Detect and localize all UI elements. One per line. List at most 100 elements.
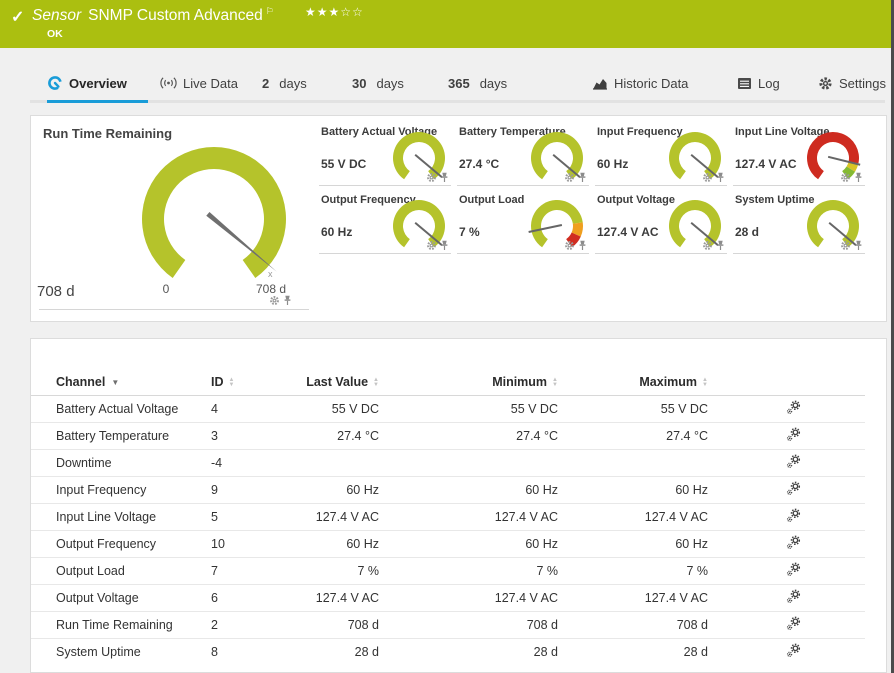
gear-icon[interactable] xyxy=(840,240,851,251)
gear-icon[interactable] xyxy=(564,240,575,251)
pin-icon[interactable] xyxy=(716,240,725,251)
gauge-tile[interactable]: Output Frequency 60 Hz xyxy=(319,191,451,254)
channel-settings-button[interactable] xyxy=(721,611,865,639)
status-badge: OK xyxy=(47,28,63,40)
gear-icon[interactable] xyxy=(702,172,713,183)
channel-settings-button[interactable] xyxy=(721,395,865,423)
table-row: Battery Temperature 3 27.4 °C 27.4 °C 27… xyxy=(31,422,865,450)
col-header-maximum[interactable]: Maximum ▲ ▼ xyxy=(601,369,721,396)
minimum-cell: 60 Hz xyxy=(421,530,601,558)
channel-name-cell[interactable]: System Uptime xyxy=(31,638,206,665)
channels-panel: Channel ▼ ID ▲ ▼ Last Value ▲ ▼ Minimum ▲ ▼ Max… xyxy=(30,338,887,673)
maximum-cell: 127.4 V AC xyxy=(601,584,721,612)
channel-name-cell[interactable]: Output Load xyxy=(31,557,206,585)
gauge-tile[interactable]: Input Frequency 60 Hz xyxy=(595,123,727,186)
edit-channel-gears-icon[interactable] xyxy=(786,643,801,658)
gear-icon[interactable] xyxy=(702,240,713,251)
sort-desc-icon: ▼ xyxy=(111,378,120,388)
tab-overview[interactable]: Overview xyxy=(47,70,127,96)
channel-name-cell[interactable]: Battery Actual Voltage xyxy=(31,395,206,423)
edit-channel-gears-icon[interactable] xyxy=(786,427,801,442)
tab-30-days[interactable]: 30 days xyxy=(352,70,404,96)
channel-name-cell[interactable]: Downtime xyxy=(31,449,206,477)
col-header-id[interactable]: ID ▲ ▼ xyxy=(206,369,301,396)
tab-number[interactable]: 30 xyxy=(352,76,366,91)
channel-name-cell[interactable]: Input Frequency xyxy=(31,476,206,504)
channel-name-cell[interactable]: Battery Temperature xyxy=(31,422,206,450)
gear-icon[interactable] xyxy=(426,172,437,183)
gear-icon[interactable] xyxy=(840,172,851,183)
channel-settings-button[interactable] xyxy=(721,584,865,612)
pin-icon[interactable] xyxy=(854,240,863,251)
tab-label[interactable]: Live Data xyxy=(183,76,238,91)
gear-icon[interactable] xyxy=(269,295,280,306)
tab-number[interactable]: 2 xyxy=(262,76,269,91)
pin-icon[interactable] xyxy=(578,172,587,183)
edit-channel-gears-icon[interactable] xyxy=(786,562,801,577)
tab-2-days[interactable]: 2 days xyxy=(262,70,307,96)
tab-log[interactable]: Log xyxy=(737,70,780,96)
tab-number[interactable]: 365 xyxy=(448,76,470,91)
channel-name-cell[interactable]: Output Frequency xyxy=(31,530,206,558)
priority-stars[interactable]: ★★★☆☆ xyxy=(305,5,364,19)
tab-label[interactable]: Overview xyxy=(69,76,127,91)
edit-channel-gears-icon[interactable] xyxy=(786,535,801,550)
tab-label[interactable]: Log xyxy=(758,76,780,91)
stars-empty[interactable]: ☆☆ xyxy=(340,5,364,19)
channel-name-cell[interactable]: Run Time Remaining xyxy=(31,611,206,639)
status-ok-check-icon: ✓ xyxy=(11,9,25,26)
pin-icon[interactable] xyxy=(283,295,292,306)
tab-label[interactable]: days xyxy=(480,76,507,91)
channel-settings-button[interactable] xyxy=(721,503,865,531)
gauge-tile[interactable]: System Uptime 28 d xyxy=(733,191,865,254)
edit-channel-gears-icon[interactable] xyxy=(786,508,801,523)
edit-channel-gears-icon[interactable] xyxy=(786,454,801,469)
col-header-minimum[interactable]: Minimum ▲ ▼ xyxy=(421,369,601,396)
channel-name-cell[interactable]: Input Line Voltage xyxy=(31,503,206,531)
tab-label[interactable]: days xyxy=(376,76,403,91)
tab-live-data[interactable]: Live Data xyxy=(160,70,238,96)
pin-icon[interactable] xyxy=(716,172,725,183)
gauge-tile[interactable]: Battery Actual Voltage 55 V DC xyxy=(319,123,451,186)
maximum-cell: 28 d xyxy=(601,638,721,665)
tab-365-days[interactable]: 365 days xyxy=(448,70,507,96)
channel-id-cell: 10 xyxy=(206,530,301,558)
edit-channel-gears-icon[interactable] xyxy=(786,616,801,631)
minimum-cell: 28 d xyxy=(421,638,601,665)
tab-label[interactable]: Historic Data xyxy=(614,76,688,91)
pin-icon[interactable] xyxy=(440,172,449,183)
channel-value: 127.4 V AC xyxy=(735,157,797,171)
tab-label[interactable]: Settings xyxy=(839,76,886,91)
gear-icon[interactable] xyxy=(426,240,437,251)
priority-flag-icon[interactable]: ⚐ xyxy=(266,6,274,16)
col-header-last-value[interactable]: Last Value ▲ ▼ xyxy=(301,369,421,396)
pin-icon[interactable] xyxy=(578,240,587,251)
gauge-tile[interactable]: Output Voltage 127.4 V AC xyxy=(595,191,727,254)
channel-settings-button[interactable] xyxy=(721,638,865,665)
col-header-channel[interactable]: Channel ▼ xyxy=(31,369,206,396)
table-row: Run Time Remaining 2 708 d 708 d 708 d xyxy=(31,611,865,639)
gauge-icon xyxy=(47,75,63,91)
channel-settings-button[interactable] xyxy=(721,557,865,585)
gauge-tile[interactable]: Battery Temperature 27.4 °C xyxy=(457,123,589,186)
edit-channel-gears-icon[interactable] xyxy=(786,481,801,496)
channel-settings-button[interactable] xyxy=(721,476,865,504)
edit-channel-gears-icon[interactable] xyxy=(786,589,801,604)
tab-settings[interactable]: Settings xyxy=(818,70,886,96)
gear-icon[interactable] xyxy=(564,172,575,183)
channel-settings-button[interactable] xyxy=(721,422,865,450)
gauge-tile[interactable]: Input Line Voltage 127.4 V AC xyxy=(733,123,865,186)
last-value-cell: 7 % xyxy=(301,557,421,585)
stars-filled[interactable]: ★★★ xyxy=(305,5,340,19)
pin-icon[interactable] xyxy=(440,240,449,251)
tab-historic-data[interactable]: Historic Data xyxy=(592,70,688,96)
channel-name-cell[interactable]: Output Voltage xyxy=(31,584,206,612)
edit-channel-gears-icon[interactable] xyxy=(786,400,801,415)
minimum-cell: 60 Hz xyxy=(421,476,601,504)
channel-settings-button[interactable] xyxy=(721,449,865,477)
channel-id-cell: 4 xyxy=(206,395,301,423)
channel-settings-button[interactable] xyxy=(721,530,865,558)
tab-label[interactable]: days xyxy=(279,76,306,91)
gauge-tile[interactable]: Output Load 7 % xyxy=(457,191,589,254)
pin-icon[interactable] xyxy=(854,172,863,183)
